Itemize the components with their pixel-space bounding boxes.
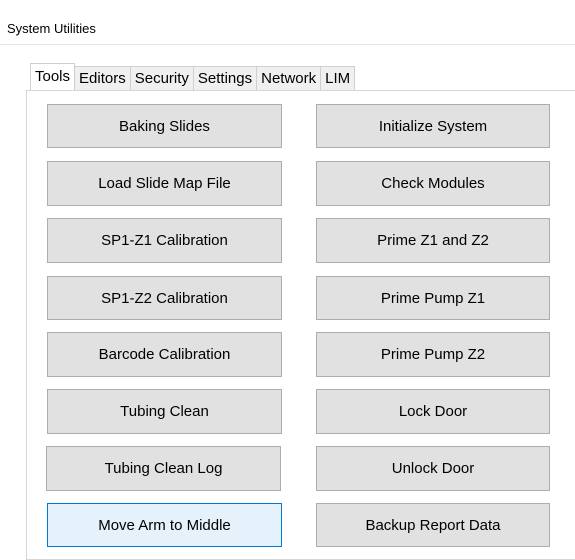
tab-tools[interactable]: Tools — [30, 63, 76, 90]
tubing-clean-button[interactable]: Tubing Clean — [47, 389, 282, 434]
tubing-clean-log-button[interactable]: Tubing Clean Log — [46, 446, 281, 491]
unlock-door-button[interactable]: Unlock Door — [316, 446, 550, 491]
system-utilities-window: System Utilities Tools Editors Security … — [0, 0, 575, 560]
load-slide-map-file-button[interactable]: Load Slide Map File — [47, 161, 282, 206]
tab-settings[interactable]: Settings — [192, 66, 258, 90]
check-modules-button[interactable]: Check Modules — [316, 161, 550, 206]
sp1-z1-calibration-button[interactable]: SP1-Z1 Calibration — [47, 218, 282, 263]
window-title: System Utilities — [7, 21, 96, 36]
tab-strip: Tools Editors Security Settings Network … — [30, 63, 356, 90]
tab-network[interactable]: Network — [256, 66, 322, 90]
title-separator — [0, 44, 575, 45]
tab-editors[interactable]: Editors — [74, 66, 131, 90]
backup-report-data-button[interactable]: Backup Report Data — [316, 503, 550, 547]
prime-pump-z1-button[interactable]: Prime Pump Z1 — [316, 276, 550, 320]
prime-pump-z2-button[interactable]: Prime Pump Z2 — [316, 332, 550, 377]
barcode-calibration-button[interactable]: Barcode Calibration — [47, 332, 282, 377]
tab-security[interactable]: Security — [129, 66, 194, 90]
title-bar[interactable]: System Utilities — [0, 0, 575, 44]
prime-z1-and-z2-button[interactable]: Prime Z1 and Z2 — [316, 218, 550, 263]
tab-lim[interactable]: LIM — [320, 66, 356, 90]
lock-door-button[interactable]: Lock Door — [316, 389, 550, 434]
initialize-system-button[interactable]: Initialize System — [316, 104, 550, 148]
move-arm-to-middle-button[interactable]: Move Arm to Middle — [47, 503, 282, 547]
baking-slides-button[interactable]: Baking Slides — [47, 104, 282, 148]
sp1-z2-calibration-button[interactable]: SP1-Z2 Calibration — [47, 276, 282, 320]
